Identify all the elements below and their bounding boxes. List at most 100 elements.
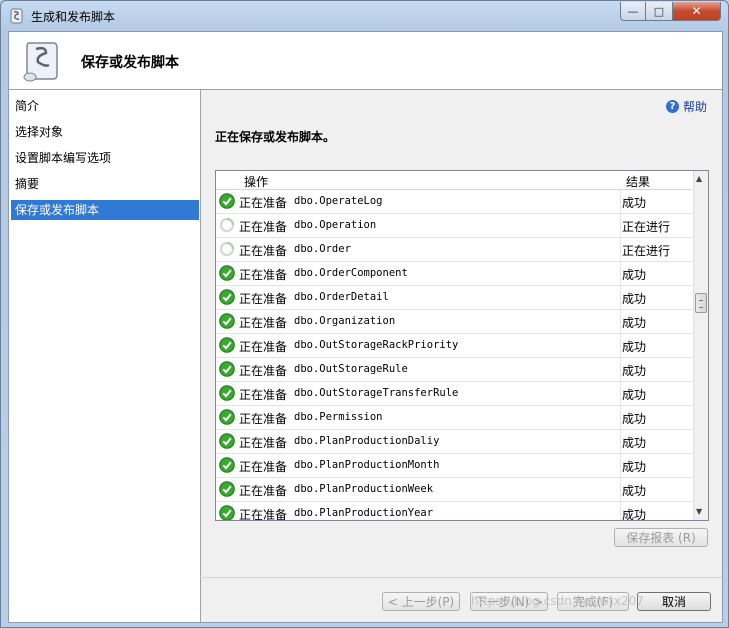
operation-prefix: 正在准备 [239,292,288,306]
operation-object: dbo.OutStorageTransferRule [294,387,459,399]
result-cell: 成功 [622,436,647,450]
table-row[interactable]: 正在准备 dbo.OutStorageRule 成功 [216,358,692,382]
result-cell: 成功 [622,508,647,521]
operation-prefix: 正在准备 [239,412,288,426]
column-header-operation[interactable]: 操作 [244,173,268,190]
maximize-button[interactable]: □ [645,2,673,21]
result-cell: 成功 [622,412,647,426]
result-cell: 成功 [622,268,647,282]
watermark: https://blog.csdn.net/wtx207 [471,594,644,608]
save-report-button[interactable]: 保存报表 (R) [614,528,708,547]
success-icon [219,385,235,401]
operation-cell: 正在准备 dbo.OutStorageTransferRule [216,382,621,404]
operation-object: dbo.OutStorageRackPriority [294,339,459,351]
operation-cell: 正在准备 dbo.Organization [216,310,621,332]
operation-cell: 正在准备 dbo.PlanProductionMonth [216,454,621,476]
table-row[interactable]: 正在准备 dbo.Order 正在进行 [216,238,692,262]
table-row[interactable]: 正在准备 dbo.PlanProductionDaliy 成功 [216,430,692,454]
operation-prefix: 正在准备 [239,220,288,234]
wizard-header: 保存或发布脚本 [9,32,722,90]
table-row[interactable]: 正在准备 dbo.Operation 正在进行 [216,214,692,238]
operation-object: dbo.Order [294,243,351,255]
scroll-up-icon[interactable]: ▲ [696,174,702,183]
operation-prefix: 正在准备 [239,460,288,474]
success-icon [219,457,235,473]
operation-prefix: 正在准备 [239,268,288,282]
table-row[interactable]: 正在准备 dbo.OrderComponent 成功 [216,262,692,286]
dialog-window: 生成和发布脚本 — □ ✕ 保存或发布脚本 简介 选择对象 设置脚本编写选项 摘要 保存… [0,0,729,628]
operation-prefix: 正在准备 [239,436,288,450]
operation-object: dbo.Organization [294,315,396,327]
success-icon [219,193,235,209]
cancel-button[interactable]: 取消 [637,592,711,611]
table-row[interactable]: 正在准备 dbo.OperateLog 成功 [216,190,692,214]
operation-cell: 正在准备 dbo.OrderDetail [216,286,621,308]
wizard-nav: 简介选择对象设置脚本编写选项 摘要保存或发布脚本 [9,90,201,622]
title-bar[interactable]: 生成和发布脚本 — □ ✕ [1,1,728,31]
success-icon [219,337,235,353]
result-cell: 成功 [622,316,647,330]
operation-prefix: 正在准备 [239,316,288,330]
status-text: 正在保存或发布脚本。 [215,130,336,144]
operation-object: dbo.Permission [294,411,383,423]
script-scroll-icon [23,42,58,82]
operation-object: dbo.PlanProductionWeek [294,483,434,495]
close-button[interactable]: ✕ [672,2,721,21]
operation-prefix: 正在准备 [239,196,288,210]
result-cell: 成功 [622,484,647,498]
help-icon: ? [666,100,679,113]
operation-object: dbo.OperateLog [294,195,383,207]
operation-prefix: 正在准备 [239,388,288,402]
minimize-button[interactable]: — [620,2,646,21]
column-header-result[interactable]: 结果 [626,173,650,190]
table-row[interactable]: 正在准备 dbo.Permission 成功 [216,406,692,430]
table-row[interactable]: 正在准备 dbo.OutStorageRackPriority 成功 [216,334,692,358]
help-link[interactable]: ? 帮助 [666,98,707,115]
result-cell: 成功 [622,364,647,378]
operation-cell: 正在准备 dbo.Operation [216,214,621,236]
footer-divider [200,577,722,578]
success-icon [219,265,235,281]
operation-prefix: 正在准备 [239,508,288,521]
nav-item[interactable]: 保存或发布脚本 [11,200,199,220]
table-row[interactable]: 正在准备 dbo.OrderDetail 成功 [216,286,692,310]
success-icon [219,361,235,377]
progress-grid[interactable]: 操作 结果 正在准备 dbo.OperateLog 成功 正在准备 dbo.Operat… [215,170,709,521]
operation-object: dbo.OutStorageRule [294,363,408,375]
operation-prefix: 正在准备 [239,364,288,378]
scroll-thumb[interactable] [695,293,707,313]
result-cell: 正在进行 [622,244,671,258]
nav-item[interactable]: 摘要 [11,174,199,194]
nav-item[interactable]: 设置脚本编写选项 [11,148,199,168]
result-cell: 成功 [622,292,647,306]
operation-object: dbo.PlanProductionYear [294,507,434,519]
operation-object: dbo.PlanProductionMonth [294,459,440,471]
result-cell: 正在进行 [622,220,671,234]
operation-cell: 正在准备 dbo.Permission [216,406,621,428]
success-icon [219,409,235,425]
operation-object: dbo.OrderDetail [294,291,389,303]
operation-prefix: 正在准备 [239,340,288,354]
prev-button[interactable]: < 上一步(P) [382,592,460,611]
operation-object: dbo.PlanProductionDaliy [294,435,440,447]
operation-cell: 正在准备 dbo.Order [216,238,621,260]
close-icon: ✕ [691,4,702,18]
in-progress-icon [219,241,235,257]
table-row[interactable]: 正在准备 dbo.PlanProductionYear 成功 [216,502,692,521]
grid-header: 操作 结果 [216,171,692,190]
nav-item[interactable]: 简介 [11,96,199,116]
operation-cell: 正在准备 dbo.OrderComponent [216,262,621,284]
result-cell: 成功 [622,340,647,354]
success-icon [219,313,235,329]
grid-rows: 正在准备 dbo.OperateLog 成功 正在准备 dbo.Operation 正在进… [216,190,692,521]
table-row[interactable]: 正在准备 dbo.OutStorageTransferRule 成功 [216,382,692,406]
table-row[interactable]: 正在准备 dbo.PlanProductionMonth 成功 [216,454,692,478]
scroll-down-icon[interactable]: ▼ [696,507,702,516]
operation-cell: 正在准备 dbo.PlanProductionYear [216,502,621,521]
table-row[interactable]: 正在准备 dbo.PlanProductionWeek 成功 [216,478,692,502]
nav-item[interactable]: 选择对象 [11,122,199,142]
vertical-scrollbar[interactable]: ▲ ▼ [693,171,708,520]
table-row[interactable]: 正在准备 dbo.Organization 成功 [216,310,692,334]
result-cell: 成功 [622,388,647,402]
in-progress-icon [219,217,235,233]
